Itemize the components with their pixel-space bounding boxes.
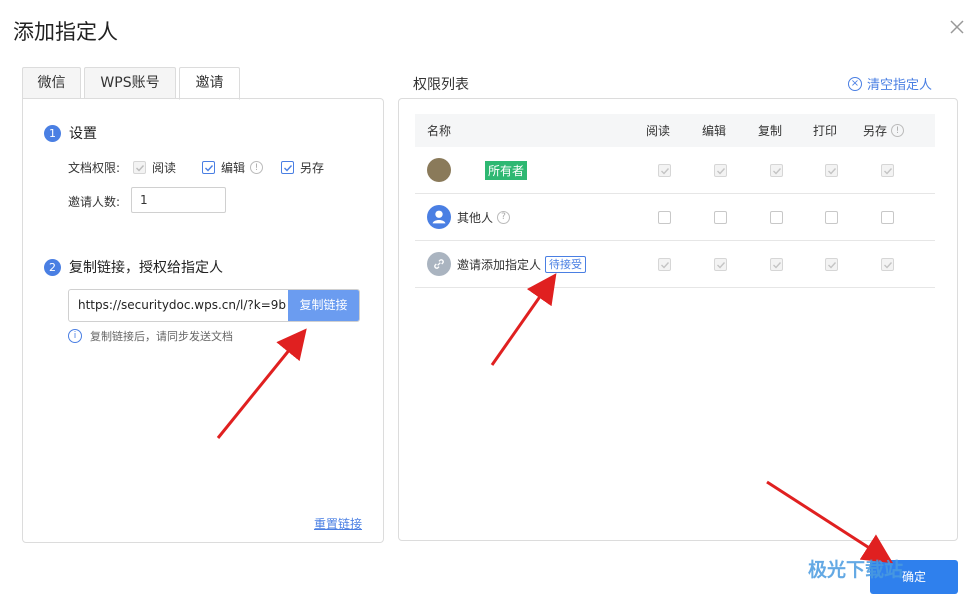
perm-checkbox (770, 164, 783, 177)
info-icon: ! (891, 124, 905, 137)
watermark-logo: 极光下载站 (808, 559, 904, 581)
perm-checkbox[interactable] (714, 211, 727, 224)
perm-saveas-checkbox[interactable]: 另存 (281, 159, 324, 176)
help-icon[interactable]: ? (497, 210, 511, 224)
clear-assignees-button[interactable]: × 清空指定人 (848, 74, 932, 93)
share-link-input[interactable]: https://securitydoc.wps.cn/l/?k=9b (69, 290, 288, 321)
col-saveas: 另存 ! (863, 114, 905, 147)
col-edit: 编辑 (702, 124, 727, 138)
tab-invite[interactable]: 邀请 (179, 67, 240, 100)
step-title: 复制链接，授权给指定人 (69, 260, 223, 276)
permission-table: 名称 阅读 编辑 复制 打印 另存 ! 所有者 其他人 ? 邀请添加指定人 待接… (415, 114, 935, 288)
step-share: 2 复制链接，授权给指定人 (44, 257, 223, 277)
copy-hint: i 复制链接后，请同步发送文档 (68, 328, 233, 344)
perm-checkbox (825, 164, 838, 177)
perm-checkbox (881, 258, 894, 271)
col-read: 阅读 (646, 124, 671, 138)
hint-text: 复制链接后，请同步发送文档 (90, 330, 233, 343)
user-icon (427, 205, 451, 229)
perm-checkbox[interactable] (881, 211, 894, 224)
perm-edit-checkbox[interactable]: 编辑 ! (202, 159, 264, 176)
table-row: 所有者 (415, 147, 935, 194)
info-icon: i (68, 329, 82, 343)
perm-checkbox[interactable] (825, 211, 838, 224)
copy-link-button[interactable]: 复制链接 (288, 290, 359, 321)
avatar (427, 158, 451, 182)
invite-count-label: 邀请人数: (68, 195, 121, 209)
link-icon (427, 252, 451, 276)
reset-link-button[interactable]: 重置链接 (314, 515, 362, 532)
row-name: 其他人 (457, 210, 494, 225)
perm-checkbox (714, 258, 727, 271)
perm-saveas-label: 另存 (300, 161, 325, 175)
perm-edit-label: 编辑 (221, 161, 246, 175)
row-name-cell: 邀请添加指定人 待接受 (415, 241, 587, 287)
perm-checkbox (770, 258, 783, 271)
share-link-field: https://securitydoc.wps.cn/l/?k=9b 复制链接 (68, 289, 360, 322)
step-title: 设置 (69, 126, 97, 142)
table-row: 邀请添加指定人 待接受 (415, 241, 935, 288)
checkbox-icon[interactable] (281, 161, 294, 174)
perm-checkbox[interactable] (658, 211, 671, 224)
info-icon: ! (250, 161, 264, 174)
tab-wechat[interactable]: 微信 (22, 67, 81, 99)
perm-checkbox (658, 258, 671, 271)
step-number: 1 (44, 124, 61, 142)
perm-checkbox (714, 164, 727, 177)
checkbox-icon[interactable] (202, 161, 215, 174)
tab-wps-account[interactable]: WPS账号 (84, 67, 176, 99)
table-row: 其他人 ? (415, 194, 935, 241)
col-copy: 复制 (758, 124, 783, 138)
dialog-title: 添加指定人 (13, 20, 118, 44)
perm-read-label: 阅读 (152, 161, 177, 175)
col-saveas-label: 另存 (863, 124, 888, 138)
doc-perm-label: 文档权限: (68, 161, 121, 175)
row-name: 邀请添加指定人 (457, 257, 542, 272)
table-header: 名称 阅读 编辑 复制 打印 另存 ! (415, 114, 935, 147)
perm-checkbox (881, 164, 894, 177)
perm-checkbox (658, 164, 671, 177)
row-name-cell: 其他人 ? (415, 194, 511, 240)
checkbox-icon (133, 161, 146, 174)
invite-count-input[interactable]: 1 (131, 187, 226, 213)
col-name: 名称 (427, 124, 452, 138)
close-icon[interactable] (948, 18, 966, 36)
perm-checkbox[interactable] (770, 211, 783, 224)
permission-list-title: 权限列表 (413, 77, 469, 93)
clear-icon: × (848, 76, 862, 91)
step-settings: 1 设置 (44, 123, 97, 143)
step-number: 2 (44, 258, 61, 276)
clear-label: 清空指定人 (867, 78, 933, 93)
perm-read-checkbox: 阅读 (133, 159, 176, 176)
owner-badge: 所有者 (485, 160, 528, 180)
perm-checkbox (825, 258, 838, 271)
col-print: 打印 (813, 124, 838, 138)
pending-badge: 待接受 (545, 255, 587, 273)
row-name-cell: 所有者 (415, 147, 528, 193)
